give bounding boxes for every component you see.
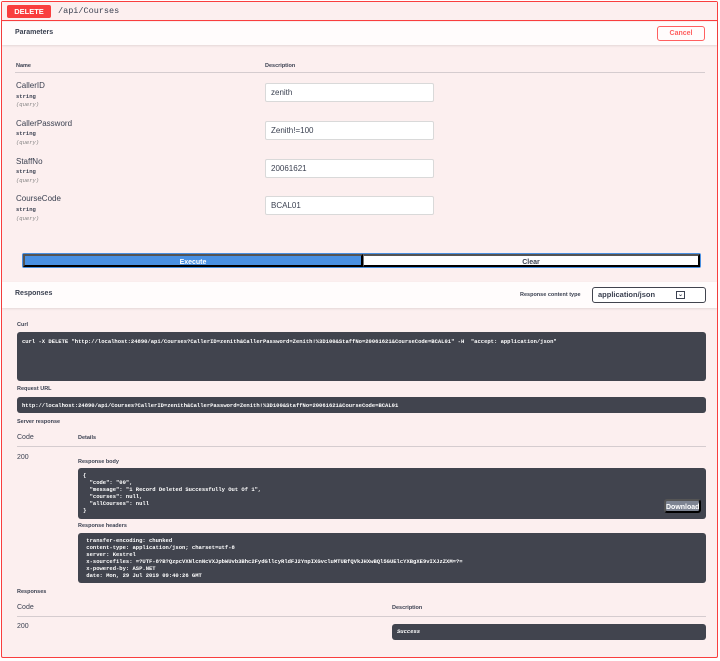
responses-title: Responses (15, 290, 53, 297)
param-location: (query) (16, 177, 40, 184)
response-header-line: x-powered-by: ASP.NET (83, 565, 156, 572)
response-body-line: { (83, 472, 87, 479)
response-header-line: x-sourcefiles: =?UTF-8?B?QzpcVXNlcnNcVXJ… (83, 558, 463, 565)
param-type: string (16, 130, 36, 137)
response-header-line: date: Mon, 29 Jul 2019 09:40:26 GMT (83, 572, 202, 579)
responses-doc-description: Success (397, 628, 421, 635)
server-response-label: Server response (17, 419, 61, 425)
param-type: string (16, 206, 36, 213)
col-description-header: Description (265, 63, 296, 69)
responses-doc-description-header: Description (392, 605, 423, 611)
operation-path: /api/Courses (58, 6, 120, 16)
execute-button[interactable]: Execute (23, 254, 363, 267)
param-name: CallerPassword (16, 119, 73, 128)
server-response-details-header: Details (78, 435, 97, 441)
param-location: (query) (16, 139, 40, 146)
server-response-divider (17, 446, 706, 447)
operation-summary[interactable]: DELETE /api/Courses (2, 2, 717, 21)
clear-button[interactable]: Clear (363, 254, 700, 267)
caller-id-input[interactable]: zenith (265, 83, 434, 102)
response-content-type-select[interactable]: application/json ⌄ (592, 287, 706, 303)
responses-doc-label: Responses (17, 589, 47, 595)
responses-doc-description-block: Success (392, 624, 706, 640)
download-button[interactable]: Download (664, 499, 701, 513)
responses-doc-divider (17, 616, 706, 617)
response-body-line: "message": "1 Record Deleted Successfull… (83, 486, 262, 493)
response-content-type-value: application/json (598, 290, 656, 299)
cancel-button[interactable]: Cancel (657, 26, 705, 41)
server-response-code: 200 (17, 454, 29, 461)
curl-block[interactable]: curl -X DELETE "http://localhost:24890/a… (17, 332, 706, 381)
request-url-label: Request URL (17, 386, 52, 392)
execute-wrapper: Execute Clear (22, 253, 701, 268)
request-url-block[interactable]: http://localhost:24890/api/Courses?Calle… (17, 397, 706, 413)
param-name: CourseCode (16, 194, 61, 203)
response-content-type-label: Response content type (520, 292, 581, 298)
param-type: string (16, 93, 36, 100)
responses-doc-code: 200 (17, 623, 29, 630)
response-body-line: "courses": null, (83, 493, 143, 500)
response-header-line: content-type: application/json; charset=… (83, 544, 235, 551)
parameters-header: Parameters Cancel (2, 22, 717, 45)
response-header-line: transfer-encoding: chunked (83, 537, 173, 544)
curl-label: Curl (17, 322, 28, 328)
param-type: string (16, 168, 36, 175)
response-body-line: } (83, 507, 87, 514)
course-code-input[interactable]: BCAL01 (265, 196, 434, 215)
param-name: CallerID (16, 81, 45, 90)
responses-doc-code-header: Code (17, 604, 34, 611)
param-name: StaffNo (16, 157, 43, 166)
param-location: (query) (16, 215, 40, 222)
response-body-line: "allCourses": null (83, 500, 150, 507)
caller-password-input[interactable]: Zenith!=100 (265, 121, 434, 140)
curl-command: curl -X DELETE "http://localhost:24890/a… (22, 338, 557, 345)
col-name-header: Name (16, 63, 31, 69)
server-response-code-header: Code (17, 434, 34, 441)
request-url-value: http://localhost:24890/api/Courses?Calle… (22, 402, 399, 409)
response-headers-label: Response headers (78, 523, 127, 529)
response-header-line: server: Kestrel (83, 551, 136, 558)
method-badge: DELETE (7, 5, 51, 18)
response-body-line: "code": "00", (83, 479, 133, 486)
param-location: (query) (16, 101, 40, 108)
operation-block: DELETE /api/Courses Parameters Cancel Na… (1, 1, 718, 658)
response-body-label: Response body (78, 459, 119, 465)
chevron-down-icon: ⌄ (676, 291, 685, 299)
response-body-block[interactable]: { "code": "00", "message": "1 Record Del… (78, 468, 706, 519)
response-headers-block[interactable]: transfer-encoding: chunked content-type:… (78, 533, 706, 583)
staff-no-input[interactable]: 20061621 (265, 159, 434, 178)
parameters-title: Parameters (15, 29, 54, 36)
header-divider (15, 72, 705, 73)
